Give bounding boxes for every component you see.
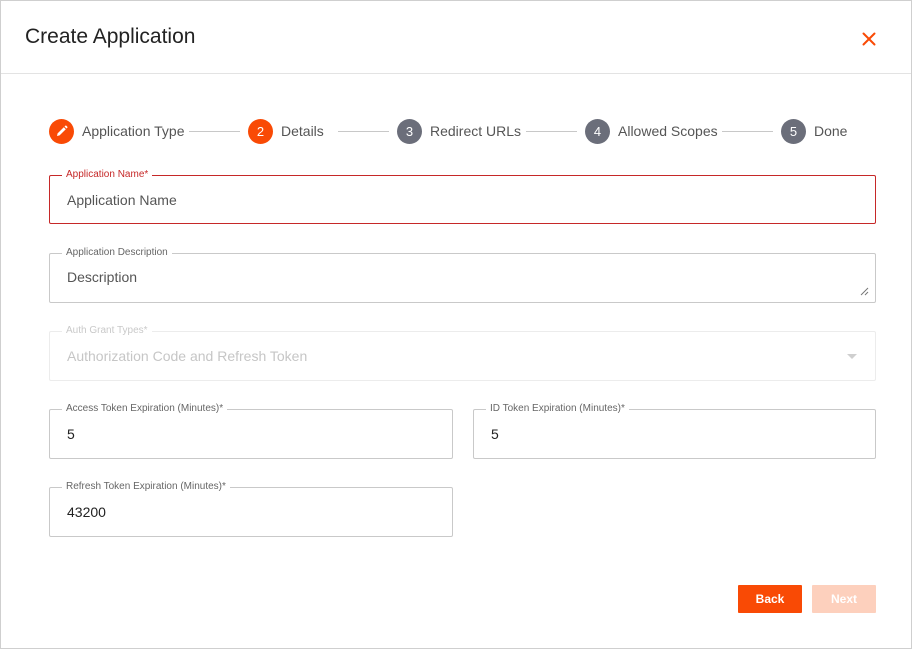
close-button[interactable] <box>857 27 881 51</box>
stepper: Application Type 2 Details 3 Redirect UR… <box>49 118 849 144</box>
refresh-token-expiration-input[interactable]: 43200 <box>67 488 435 536</box>
next-button[interactable]: Next <box>812 585 876 613</box>
step-allowed-scopes[interactable]: 4 Allowed Scopes <box>585 118 718 144</box>
step-number: 4 <box>585 118 610 144</box>
step-number: 3 <box>397 118 422 144</box>
chevron-down-icon <box>847 354 857 359</box>
step-label: Done <box>814 123 848 139</box>
application-description-textarea[interactable]: Description <box>67 269 137 285</box>
step-connector <box>526 131 577 132</box>
step-done[interactable]: 5 Done <box>781 118 847 144</box>
step-connector <box>338 131 389 132</box>
step-connector <box>189 131 240 132</box>
dialog-title: Create Application <box>25 25 196 48</box>
close-icon[interactable] <box>862 32 876 46</box>
step-number: 2 <box>248 118 273 144</box>
step-number: 5 <box>781 118 806 144</box>
id-token-expiration-field: ID Token Expiration (Minutes)* 5 <box>473 403 876 459</box>
refresh-token-expiration-field: Refresh Token Expiration (Minutes)* 4320… <box>49 481 453 537</box>
step-redirect-urls[interactable]: 3 Redirect URLs <box>397 118 521 144</box>
auth-grant-types-select: Auth Grant Types* Authorization Code and… <box>49 325 876 381</box>
step-circle <box>49 118 74 144</box>
step-connector <box>722 131 773 132</box>
application-name-field: Application Name* <box>49 169 876 224</box>
step-details[interactable]: 2 Details <box>248 118 324 144</box>
auth-grant-types-value: Authorization Code and Refresh Token <box>67 348 308 364</box>
pencil-icon <box>57 125 68 136</box>
step-application-type[interactable]: Application Type <box>49 118 184 144</box>
dialog-header: Create Application <box>1 1 911 74</box>
application-description-field: Application Description Description <box>49 247 876 303</box>
step-label: Details <box>281 123 324 139</box>
back-button[interactable]: Back <box>738 585 802 613</box>
id-token-expiration-input[interactable]: 5 <box>491 410 858 458</box>
create-application-dialog: Create Application Application Type 2 De… <box>0 0 912 649</box>
resize-grip-icon[interactable] <box>859 286 869 296</box>
step-label: Allowed Scopes <box>618 123 718 139</box>
access-token-expiration-input[interactable]: 5 <box>67 410 435 458</box>
step-label: Application Type <box>82 123 185 139</box>
access-token-expiration-field: Access Token Expiration (Minutes)* 5 <box>49 403 453 459</box>
application-name-input[interactable] <box>67 176 858 223</box>
step-label: Redirect URLs <box>430 123 522 139</box>
application-description-label: Application Description <box>62 247 172 259</box>
